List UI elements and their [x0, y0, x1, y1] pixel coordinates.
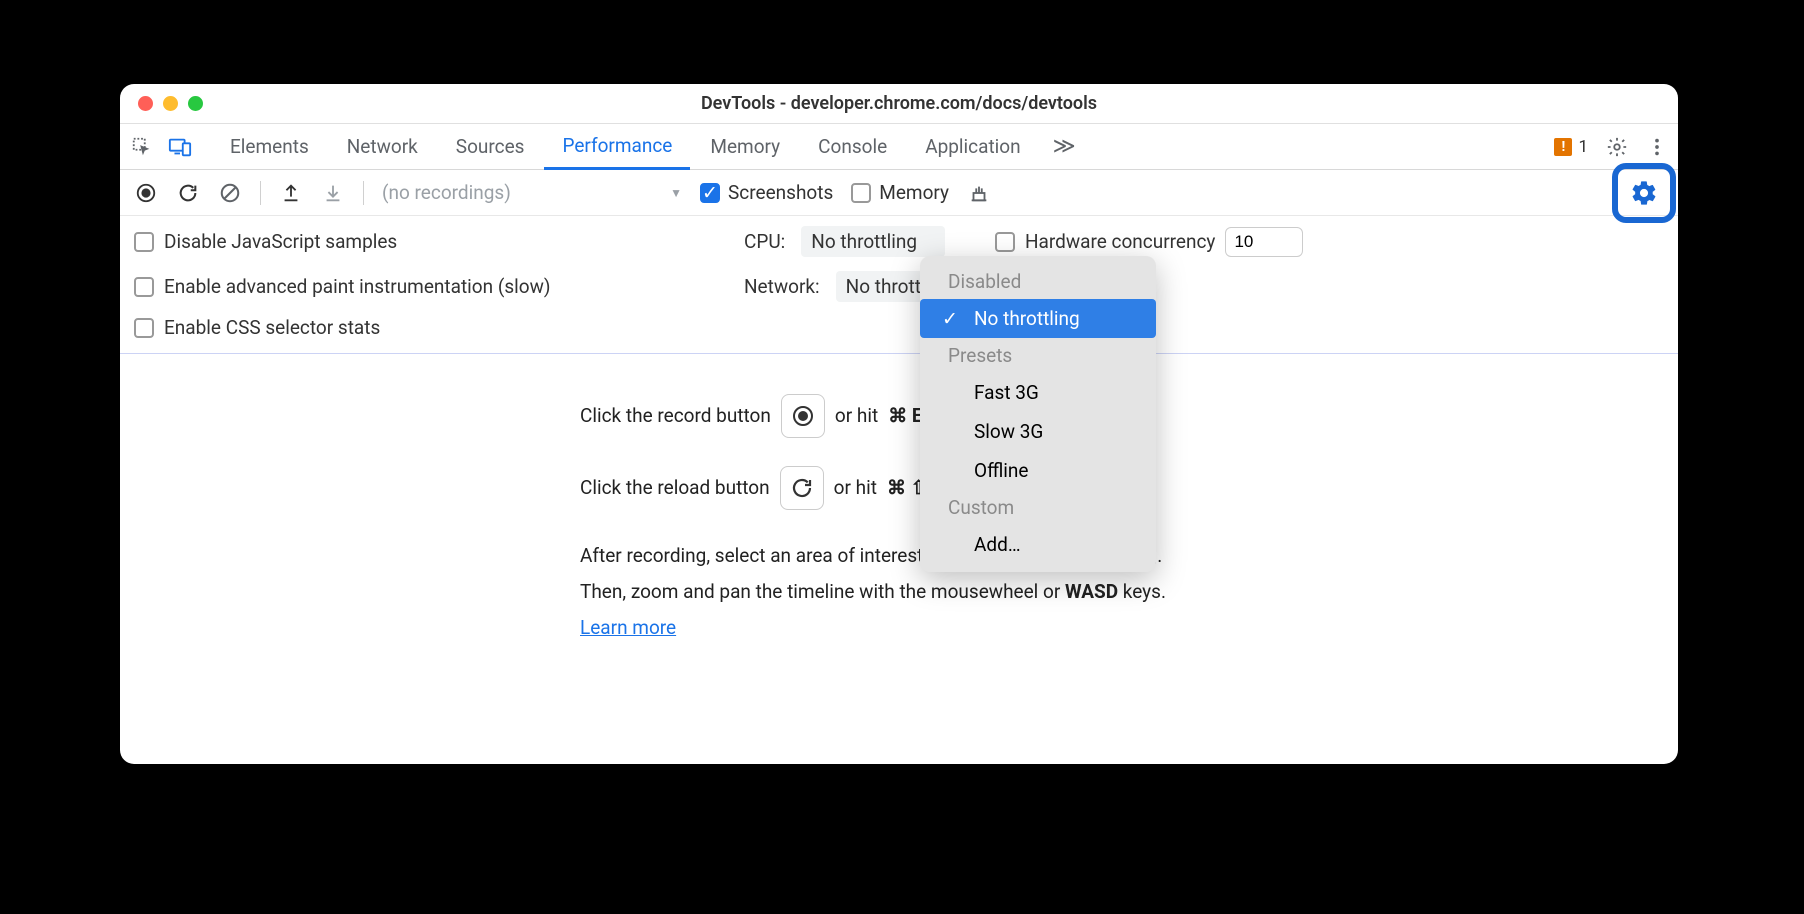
recordings-label: (no recordings) [382, 181, 511, 204]
dropdown-group-disabled: Disabled [920, 264, 1156, 299]
dropdown-group-presets: Presets [920, 338, 1156, 373]
enable-paint-checkbox[interactable]: Enable advanced paint instrumentation (s… [134, 271, 744, 302]
upload-icon[interactable] [279, 181, 303, 205]
dropdown-item-slow-3g[interactable]: Slow 3G [920, 412, 1156, 451]
tab-console[interactable]: Console [800, 124, 905, 170]
tab-sources[interactable]: Sources [438, 124, 543, 170]
shortcut: ⌘ E [888, 398, 922, 434]
issues-badge[interactable]: ! 1 [1554, 137, 1588, 157]
reload-icon-sample [780, 466, 824, 510]
info-text: or hit [835, 398, 878, 434]
performance-toolbar: (no recordings) ▼ ✓ Screenshots Memory [120, 170, 1678, 216]
window-title: DevTools - developer.chrome.com/docs/dev… [120, 93, 1678, 114]
close-window-button[interactable] [138, 96, 153, 111]
info-text: Click the record button [580, 398, 771, 434]
tabs-overflow-icon[interactable]: ≫ [1041, 134, 1088, 159]
tab-elements[interactable]: Elements [212, 124, 327, 170]
maximize-window-button[interactable] [188, 96, 203, 111]
warning-icon: ! [1554, 138, 1572, 156]
record-icon-sample [781, 394, 825, 438]
divider [363, 181, 364, 205]
download-icon[interactable] [321, 181, 345, 205]
tab-memory[interactable]: Memory [692, 124, 798, 170]
collect-garbage-icon[interactable] [967, 181, 991, 205]
wasd-text: WASD [1065, 580, 1118, 603]
checkbox-icon [851, 183, 871, 203]
cpu-label: CPU: [744, 230, 785, 253]
screenshots-checkbox[interactable]: ✓ Screenshots [700, 181, 833, 204]
network-label: Network: [744, 275, 820, 298]
enable-css-checkbox[interactable]: Enable CSS selector stats [134, 316, 744, 339]
memory-checkbox[interactable]: Memory [851, 181, 949, 204]
tab-performance[interactable]: Performance [544, 124, 690, 170]
traffic-lights [138, 96, 203, 111]
checkbox-icon [134, 318, 154, 338]
tab-application[interactable]: Application [907, 124, 1038, 170]
enable-paint-label: Enable advanced paint instrumentation (s… [164, 275, 551, 298]
dropdown-item-no-throttling[interactable]: No throttling [920, 299, 1156, 338]
capture-settings-panel: Disable JavaScript samples CPU: No throt… [120, 216, 1678, 354]
learn-more-link[interactable]: Learn more [580, 616, 676, 639]
dropdown-item-add[interactable]: Add… [920, 525, 1156, 564]
titlebar: DevTools - developer.chrome.com/docs/dev… [120, 84, 1678, 124]
dropdown-group-custom: Custom [920, 490, 1156, 525]
checkbox-icon [134, 277, 154, 297]
disable-js-label: Disable JavaScript samples [164, 230, 397, 253]
info-text: keys. [1118, 580, 1166, 603]
issues-count: 1 [1578, 137, 1588, 157]
memory-label: Memory [879, 181, 949, 204]
recordings-selector[interactable]: (no recordings) ▼ [382, 181, 682, 204]
hw-concurrency-checkbox[interactable] [995, 232, 1015, 252]
info-text: Click the reload button [580, 470, 770, 506]
cpu-value: No throttling [811, 230, 917, 253]
devtools-window: DevTools - developer.chrome.com/docs/dev… [120, 84, 1678, 764]
info-text: or hit [834, 470, 877, 506]
chevron-down-icon: ▼ [670, 186, 682, 200]
checkbox-icon [134, 232, 154, 252]
minimize-window-button[interactable] [163, 96, 178, 111]
enable-css-label: Enable CSS selector stats [164, 316, 380, 339]
dropdown-item-fast-3g[interactable]: Fast 3G [920, 373, 1156, 412]
inspect-icon[interactable] [130, 135, 154, 159]
more-icon[interactable] [1646, 136, 1668, 158]
divider [260, 181, 261, 205]
clear-button[interactable] [218, 181, 242, 205]
screenshots-label: Screenshots [728, 181, 833, 204]
cpu-throttle-select[interactable]: No throttling [801, 226, 945, 257]
network-throttle-dropdown: Disabled No throttling Presets Fast 3G S… [920, 256, 1156, 572]
capture-settings-button[interactable] [1612, 163, 1676, 223]
disable-js-checkbox[interactable]: Disable JavaScript samples [134, 226, 744, 257]
device-toggle-icon[interactable] [168, 135, 192, 159]
settings-icon[interactable] [1606, 136, 1628, 158]
panel-tabs: Elements Network Sources Performance Mem… [120, 124, 1678, 170]
tab-network[interactable]: Network [329, 124, 436, 170]
reload-button[interactable] [176, 181, 200, 205]
info-text: Then, zoom and pan the timeline with the… [580, 580, 1065, 603]
hw-concurrency-input[interactable] [1225, 227, 1303, 257]
empty-state-info: Click the record button or hit ⌘ E to st… [120, 354, 1678, 646]
record-button[interactable] [134, 181, 158, 205]
hw-label: Hardware concurrency [1025, 230, 1215, 253]
dropdown-item-offline[interactable]: Offline [920, 451, 1156, 490]
checkbox-icon: ✓ [700, 183, 720, 203]
